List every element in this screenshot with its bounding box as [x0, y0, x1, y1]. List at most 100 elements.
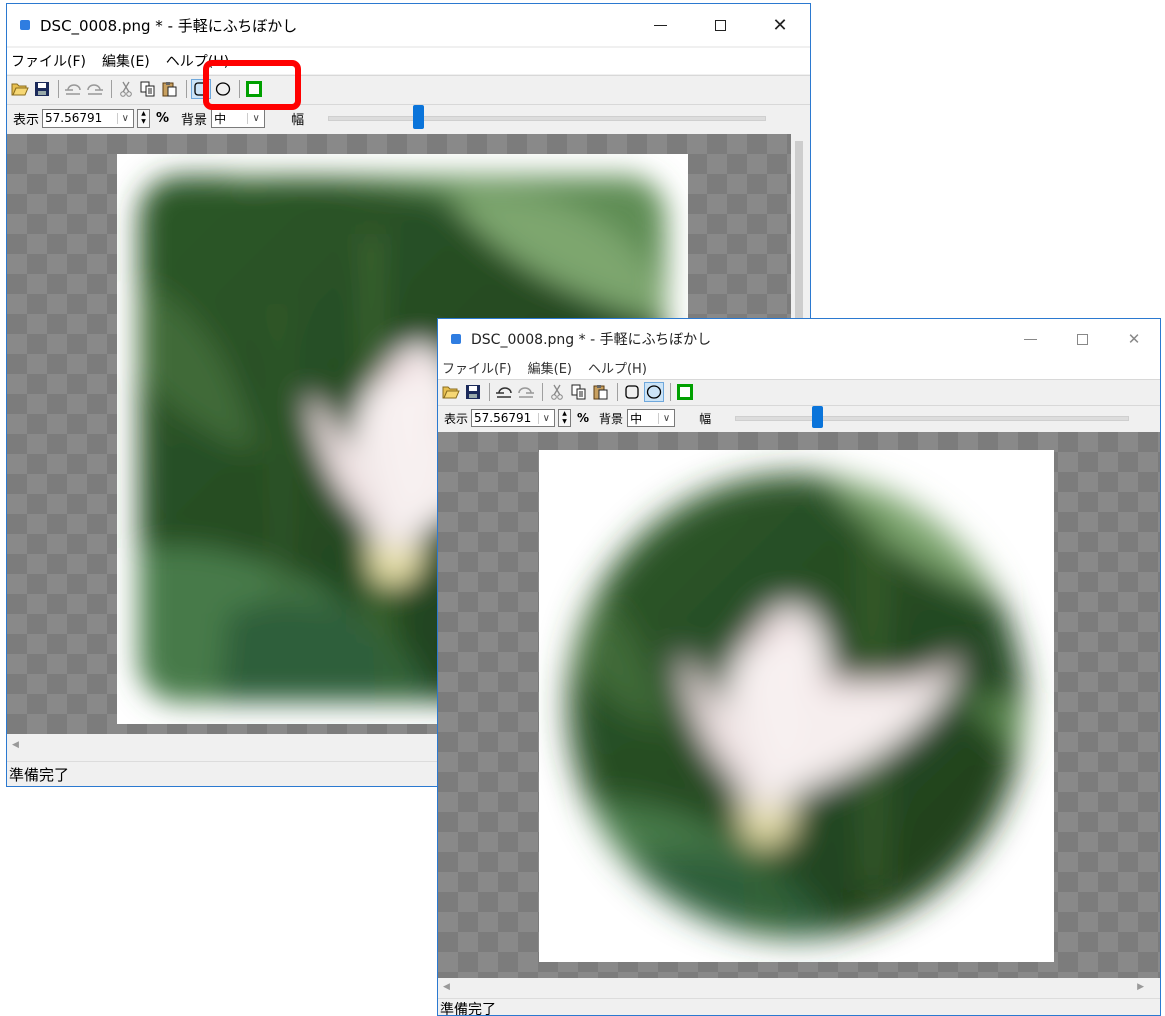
- frame-color-button[interactable]: [675, 382, 695, 402]
- title-bar[interactable]: DSC_0008.png * - 手軽にふちぼかし ✕: [438, 319, 1160, 359]
- paste-button[interactable]: [591, 382, 611, 402]
- window-title: DSC_0008.png * - 手軽にふちぼかし: [40, 16, 298, 35]
- width-label: 幅: [699, 411, 712, 426]
- rect-shape-button[interactable]: [622, 382, 642, 402]
- spin-down-icon: ▼: [562, 418, 567, 425]
- undo-icon: [65, 84, 81, 95]
- background-combo[interactable]: 中 ∨: [211, 108, 266, 128]
- scroll-left-icon[interactable]: ◀: [443, 982, 450, 992]
- zoom-spinner[interactable]: ▲ ▼: [137, 108, 151, 128]
- percent-label: %: [577, 411, 590, 425]
- minimize-icon: [1023, 338, 1037, 340]
- menu-help[interactable]: ヘルプ(H): [580, 358, 655, 377]
- menu-file[interactable]: ファイル(F): [7, 51, 94, 71]
- scroll-left-icon[interactable]: ◀: [12, 740, 19, 750]
- cut-icon: [120, 81, 132, 97]
- maximize-icon: [714, 19, 726, 31]
- background-combo[interactable]: 中 ∨: [627, 409, 676, 427]
- app-icon: [20, 20, 30, 30]
- view-bar: 表示 57.56791 ∨ ▲ ▼ % 背景 中 ∨ 幅: [438, 405, 1160, 430]
- paste-icon: [593, 385, 608, 400]
- minimize-button[interactable]: [1004, 319, 1056, 359]
- width-slider[interactable]: [328, 104, 767, 129]
- shape-buttons-highlight: [203, 60, 301, 110]
- zoom-value: 57.56791: [45, 111, 103, 125]
- paste-button[interactable]: [160, 79, 180, 99]
- copy-button[interactable]: [138, 79, 158, 99]
- close-button[interactable]: ✕: [750, 4, 810, 46]
- redo-icon: [518, 387, 534, 398]
- menu-bar: ファイル(F) 編集(E) ヘルプ(H): [438, 355, 1160, 379]
- width-slider[interactable]: [735, 405, 1130, 428]
- chevron-down-icon: ∨: [658, 412, 674, 424]
- width-slider-thumb[interactable]: [812, 405, 824, 428]
- background-value: 中: [630, 411, 643, 426]
- close-icon: ✕: [772, 14, 788, 36]
- undo-button[interactable]: [494, 382, 514, 402]
- redo-icon: [87, 84, 103, 95]
- menu-bar: ファイル(F) 編集(E) ヘルプ(H): [7, 48, 810, 74]
- toolbar-separator: [186, 80, 187, 98]
- chevron-down-icon: ∨: [537, 412, 554, 424]
- toolbar-separator: [617, 383, 618, 401]
- ellipse-shape-icon: [646, 385, 662, 399]
- width-slider-thumb[interactable]: [413, 104, 425, 129]
- menu-edit[interactable]: 編集(E): [94, 51, 158, 71]
- width-label: 幅: [291, 112, 305, 128]
- background-value: 中: [214, 111, 227, 126]
- scroll-right-icon[interactable]: ▶: [1137, 982, 1144, 992]
- close-button[interactable]: ✕: [1108, 319, 1160, 359]
- chevron-down-icon: ∨: [247, 112, 264, 124]
- image-page: [539, 450, 1054, 962]
- frame-color-icon: [677, 384, 693, 400]
- status-text: 準備完了: [9, 765, 70, 784]
- rect-shape-icon: [625, 385, 639, 399]
- horizontal-scrollbar[interactable]: ◀ ▶: [438, 978, 1160, 995]
- zoom-combo[interactable]: 57.56791 ∨: [471, 409, 556, 427]
- zoom-spinner[interactable]: ▲ ▼: [558, 409, 572, 427]
- ellipse-shape-button[interactable]: [644, 382, 664, 402]
- redo-button[interactable]: [516, 382, 536, 402]
- background-label: 背景: [599, 411, 624, 426]
- save-icon: [466, 385, 480, 399]
- copy-icon: [140, 81, 155, 97]
- caption-buttons: ✕: [1004, 319, 1160, 359]
- zoom-combo[interactable]: 57.56791 ∨: [42, 108, 135, 128]
- status-bar: 準備完了: [438, 998, 1160, 1016]
- open-folder-icon: [11, 83, 29, 96]
- close-icon: ✕: [1127, 330, 1141, 348]
- status-text: 準備完了: [440, 1001, 496, 1016]
- toolbar-separator: [111, 80, 112, 98]
- redo-button[interactable]: [85, 79, 105, 99]
- background-label: 背景: [181, 112, 208, 128]
- cut-button[interactable]: [547, 382, 567, 402]
- menu-file[interactable]: ファイル(F): [438, 358, 520, 377]
- open-button[interactable]: [441, 382, 461, 402]
- maximize-button[interactable]: [1056, 319, 1108, 359]
- copy-button[interactable]: [569, 382, 589, 402]
- minimize-icon: [653, 24, 667, 26]
- save-button[interactable]: [463, 382, 483, 402]
- minimize-button[interactable]: [630, 4, 690, 46]
- cut-button[interactable]: [116, 79, 136, 99]
- maximize-button[interactable]: [690, 4, 750, 46]
- display-label: 表示: [13, 112, 40, 128]
- save-icon: [35, 82, 49, 96]
- undo-button[interactable]: [63, 79, 83, 99]
- caption-buttons: ✕: [630, 4, 810, 46]
- window-title: DSC_0008.png * - 手軽にふちぼかし: [471, 332, 712, 348]
- copy-icon: [571, 384, 586, 400]
- app-window-ellipse: DSC_0008.png * - 手軽にふちぼかし ✕ ファイル(F) 編集(E…: [437, 318, 1161, 1016]
- menu-edit[interactable]: 編集(E): [520, 358, 580, 377]
- cut-icon: [551, 384, 563, 400]
- toolbar: [438, 379, 1160, 404]
- save-button[interactable]: [32, 79, 52, 99]
- open-button[interactable]: [10, 79, 30, 99]
- zoom-value: 57.56791: [474, 411, 532, 425]
- undo-icon: [496, 387, 512, 398]
- spin-down-icon: ▼: [141, 117, 146, 125]
- view-bar: 表示 57.56791 ∨ ▲ ▼ % 背景 中 ∨ 幅: [7, 104, 810, 131]
- title-bar[interactable]: DSC_0008.png * - 手軽にふちぼかし ✕: [7, 4, 810, 46]
- toolbar-separator: [670, 383, 671, 401]
- preview-canvas[interactable]: [438, 432, 1160, 978]
